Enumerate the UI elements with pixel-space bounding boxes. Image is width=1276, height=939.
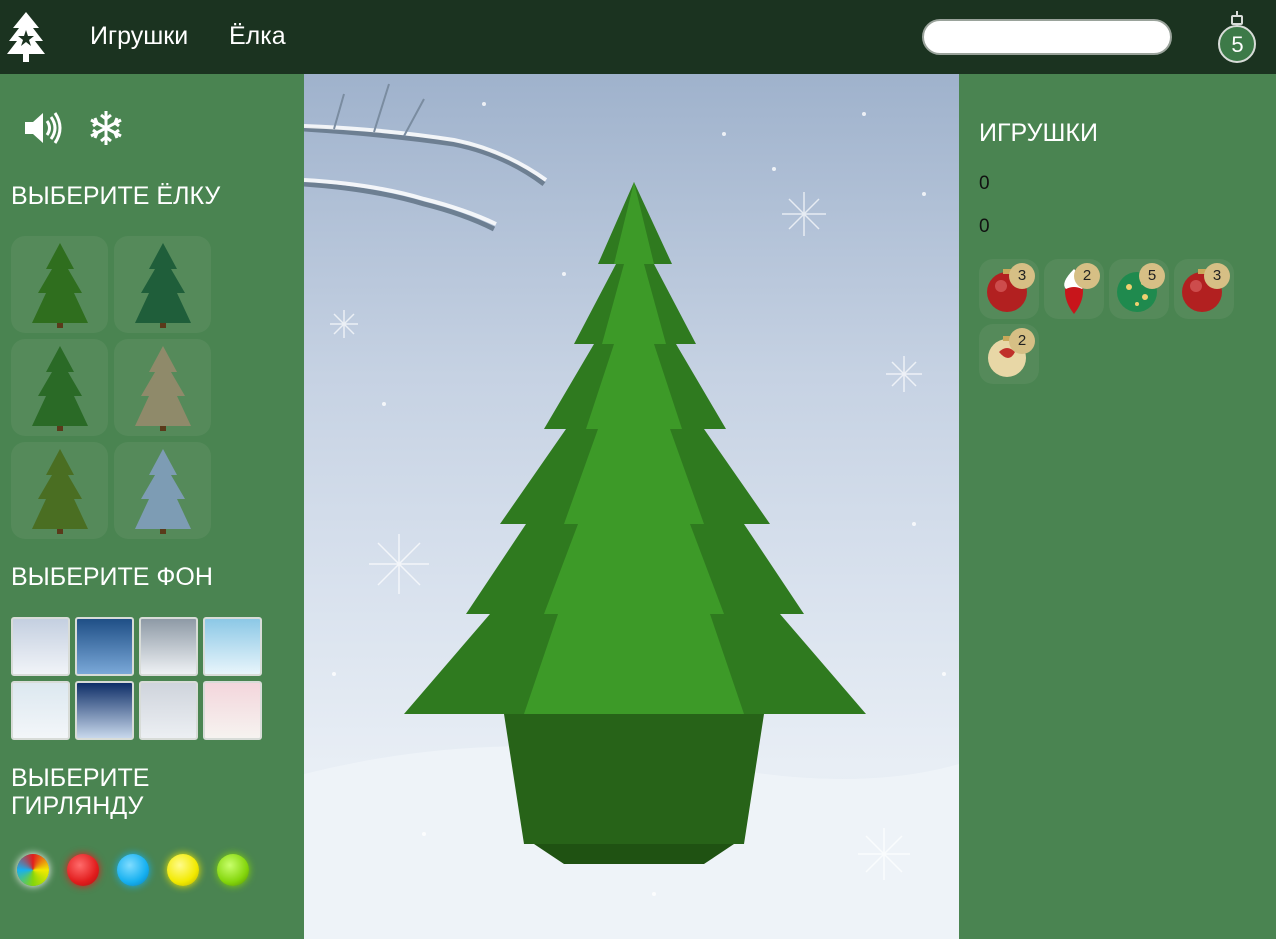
garland-yellow[interactable] [167, 854, 199, 886]
speaker-icon[interactable] [21, 108, 63, 148]
garland-red[interactable] [67, 854, 99, 886]
toy-item[interactable]: 3 [979, 259, 1039, 319]
settings-panel: ВЫБЕРИТЕ ЁЛКУ ВЫБЕРИТЕ ФОН ВЫБЕРИТЕ ГИРЛ… [0, 74, 304, 939]
toy-item[interactable]: 3 [1174, 259, 1234, 319]
toys-grid: 3 2 5 3 2 [979, 259, 1249, 384]
background-option-3[interactable] [139, 617, 198, 676]
background-option-4[interactable] [203, 617, 262, 676]
tree-6-icon [134, 448, 191, 534]
nav-tree[interactable]: Ёлка [229, 22, 286, 51]
toy-count: 2 [1074, 263, 1100, 289]
background-option-1[interactable] [11, 617, 70, 676]
toys-value-2: 0 [979, 216, 990, 237]
header: Игрушки Ёлка 5 [0, 0, 1276, 74]
tree-option-2[interactable] [114, 236, 211, 333]
christmas-tree-star-icon[interactable] [6, 10, 46, 62]
garland-green[interactable] [217, 854, 249, 886]
toys-title: ИГРУШКИ [979, 119, 1098, 147]
background-option-6[interactable] [75, 681, 134, 740]
toy-item[interactable]: 2 [1044, 259, 1104, 319]
toy-count: 5 [1139, 263, 1165, 289]
background-option-8[interactable] [203, 681, 262, 740]
choose-garland-title: ВЫБЕРИТЕ ГИРЛЯНДУ [11, 764, 150, 820]
background-option-7[interactable] [139, 681, 198, 740]
garland-multicolor[interactable] [17, 854, 49, 886]
toy-count: 3 [1204, 263, 1230, 289]
toy-count: 3 [1009, 263, 1035, 289]
tree-option-4[interactable] [114, 339, 211, 436]
tree-2-icon [134, 242, 191, 328]
tree-option-3[interactable] [11, 339, 108, 436]
background-grid [11, 617, 263, 740]
toy-item[interactable]: 2 [979, 324, 1039, 384]
tree-5-icon [31, 448, 88, 534]
tree-scene[interactable] [304, 74, 959, 939]
tree-1-icon [31, 242, 88, 328]
background-option-2[interactable] [75, 617, 134, 676]
tree-4-icon [134, 345, 191, 431]
snowflake-icon[interactable] [86, 108, 128, 148]
background-option-5[interactable] [11, 681, 70, 740]
choose-tree-title: ВЫБЕРИТЕ ЁЛКУ [11, 182, 221, 210]
toy-item[interactable]: 5 [1109, 259, 1169, 319]
scene-illustration [304, 83, 959, 939]
tree-3-icon [31, 345, 88, 431]
nav-toys[interactable]: Игрушки [90, 22, 188, 51]
tree-grid [11, 236, 213, 539]
toys-value-1: 0 [979, 173, 990, 194]
selected-count: 5 [1231, 32, 1244, 57]
search-input[interactable] [922, 19, 1172, 55]
tree-option-5[interactable] [11, 442, 108, 539]
tree-option-1[interactable] [11, 236, 108, 333]
garland-blue[interactable] [117, 854, 149, 886]
tree-option-6[interactable] [114, 442, 211, 539]
choose-background-title: ВЫБЕРИТЕ ФОН [11, 563, 213, 591]
toys-panel: ИГРУШКИ 0 0 3 2 5 3 2 [959, 74, 1276, 939]
toy-count: 2 [1009, 328, 1035, 354]
